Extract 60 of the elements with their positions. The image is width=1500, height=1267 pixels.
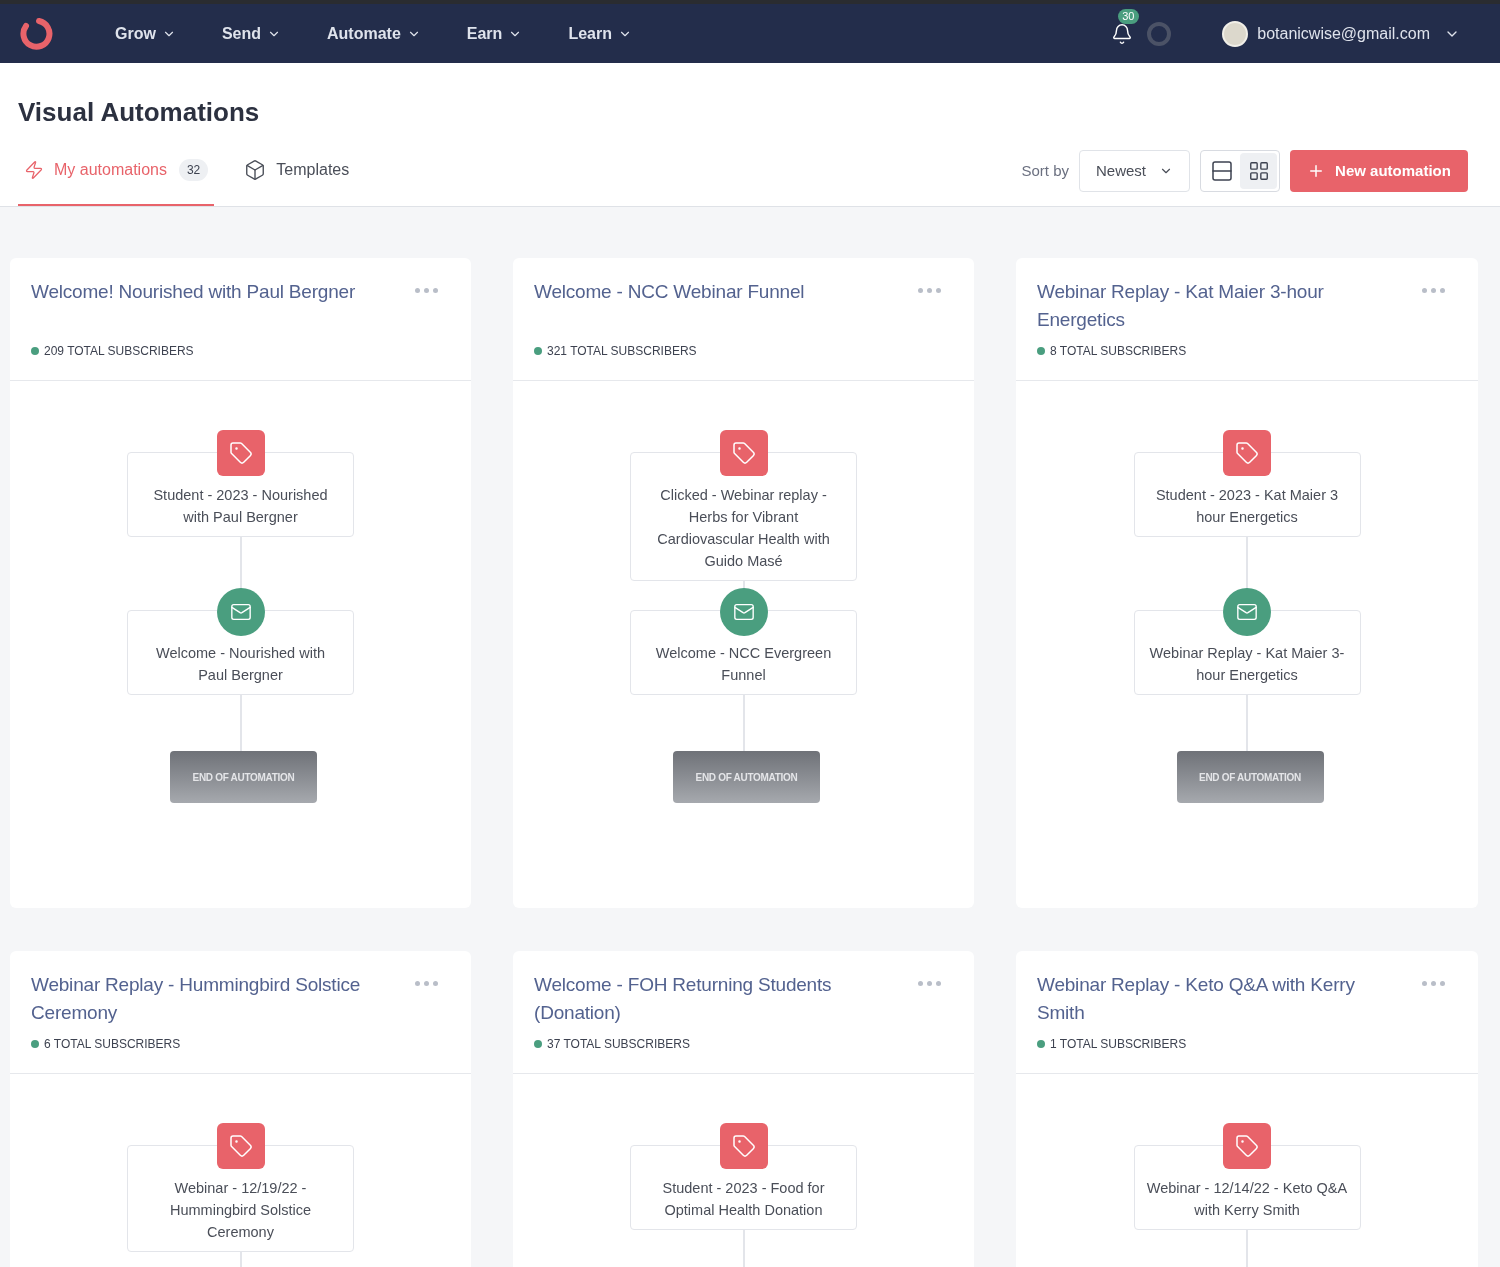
step-node[interactable]: Webinar - 12/14/22 - Keto Q&A with Kerry Smith bbox=[1133, 1145, 1361, 1230]
sort-dropdown[interactable]: Newest bbox=[1079, 150, 1190, 192]
nav-menu-item[interactable]: Send bbox=[221, 21, 281, 46]
nav-menu-item[interactable]: Grow bbox=[115, 21, 176, 46]
more-options-icon[interactable] bbox=[918, 288, 941, 293]
grid-view-button[interactable] bbox=[1240, 153, 1277, 189]
subscriber-count: 1 TOTAL SUBSCRIBERS bbox=[1050, 1036, 1187, 1053]
more-options-icon[interactable] bbox=[1422, 288, 1445, 293]
step-node[interactable]: Welcome - Nourished with Paul Bergner bbox=[127, 610, 354, 695]
more-options-icon[interactable] bbox=[415, 981, 438, 986]
sort-label: Sort by bbox=[1021, 160, 1069, 181]
step-node[interactable]: Webinar - 12/19/22 - Hummingbird Solstice Ceremony bbox=[127, 1145, 354, 1252]
automation-title[interactable]: Welcome - NCC Webinar Funnel bbox=[534, 278, 805, 306]
more-options-icon[interactable] bbox=[1422, 981, 1445, 986]
step-node[interactable]: Student - 2023 - Kat Maier 3 hour Energetics bbox=[1133, 452, 1361, 537]
step-node[interactable]: Webinar Replay - Kat Maier 3-hour Energetics bbox=[1133, 610, 1361, 695]
end-of-automation-block: END OF AUTOMATION bbox=[1176, 751, 1324, 803]
tab[interactable]: My automations 32 bbox=[18, 136, 215, 206]
grid-icon bbox=[1247, 160, 1270, 182]
account-email[interactable]: botanicwise@gmail.com bbox=[1257, 21, 1430, 46]
envelope-icon bbox=[719, 588, 768, 636]
end-of-automation-block: END OF AUTOMATION bbox=[673, 751, 820, 803]
step-node[interactable]: Student - 2023 - Food for Optimal Health Donation bbox=[630, 1145, 857, 1230]
automation-title[interactable]: Welcome! Nourished with Paul Bergner bbox=[31, 278, 356, 306]
tag-icon bbox=[1223, 430, 1271, 476]
automation-title[interactable]: Webinar Replay - Kat Maier 3-hour Energetics bbox=[1037, 278, 1406, 334]
rows-icon bbox=[1209, 159, 1234, 183]
cube-icon bbox=[244, 159, 267, 181]
tag-icon bbox=[719, 1123, 768, 1169]
subscriber-count: 37 TOTAL SUBSCRIBERS bbox=[547, 1036, 690, 1053]
automation-title[interactable]: Webinar Replay - Hummingbird Solstice Ceremony bbox=[31, 971, 399, 1027]
nav-menu-item[interactable]: Automate bbox=[327, 21, 421, 46]
subscriber-count: 209 TOTAL SUBSCRIBERS bbox=[44, 343, 194, 360]
step-node[interactable]: Clicked - Webinar replay - Herbs for Vibrant Cardiovascular Health with Guido Masé bbox=[630, 452, 857, 581]
count-badge: 32 bbox=[178, 159, 209, 181]
envelope-icon bbox=[1223, 588, 1271, 636]
subscriber-count: 321 TOTAL SUBSCRIBERS bbox=[547, 343, 697, 360]
tab[interactable]: Templates bbox=[238, 136, 356, 206]
loading-ring-icon bbox=[1147, 21, 1172, 46]
lightning-icon bbox=[24, 160, 44, 180]
envelope-icon bbox=[216, 588, 265, 636]
tag-icon bbox=[216, 1123, 265, 1169]
automation-title[interactable]: Webinar Replay - Keto Q&A with Kerry Smith bbox=[1037, 971, 1406, 1027]
more-options-icon[interactable] bbox=[918, 981, 941, 986]
nav-menu-item[interactable]: Learn bbox=[568, 21, 632, 46]
automation-title[interactable]: Welcome - FOH Returning Students (Donation) bbox=[534, 971, 902, 1027]
tag-icon bbox=[1223, 1123, 1271, 1169]
subscriber-count: 8 TOTAL SUBSCRIBERS bbox=[1050, 343, 1187, 360]
tag-icon bbox=[719, 430, 768, 476]
end-of-automation-block: END OF AUTOMATION bbox=[170, 751, 317, 803]
subscriber-count: 6 TOTAL SUBSCRIBERS bbox=[44, 1036, 181, 1053]
logo-icon bbox=[17, 15, 53, 52]
page-title: Visual Automations bbox=[17, 96, 261, 128]
step-node[interactable]: Welcome - NCC Evergreen Funnel bbox=[630, 610, 857, 695]
more-options-icon[interactable] bbox=[415, 288, 438, 293]
step-node[interactable]: Student - 2023 - Nourished with Paul Bergner bbox=[127, 452, 354, 537]
notification-badge: 30 bbox=[1118, 8, 1139, 24]
avatar-icon[interactable] bbox=[1222, 20, 1249, 47]
nav-menu-item[interactable]: Earn bbox=[466, 21, 523, 46]
tag-icon bbox=[216, 430, 265, 476]
